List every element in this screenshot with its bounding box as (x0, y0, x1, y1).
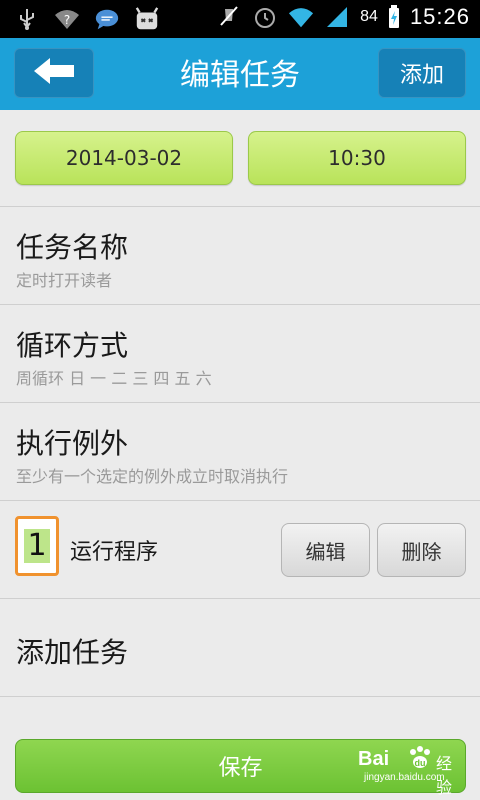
edit-button[interactable]: 编辑 (281, 523, 370, 577)
divider (0, 696, 480, 697)
delete-button[interactable]: 删除 (377, 523, 466, 577)
svg-text:du: du (415, 758, 426, 768)
watermark-url: jingyan.baidu.com (364, 772, 445, 783)
chat-bubble-icon (94, 6, 120, 32)
add-task-title: 添加任务 (16, 636, 129, 669)
svg-text:?: ? (64, 13, 70, 27)
repeat-title: 循环方式 (16, 329, 129, 362)
date-picker-button[interactable]: 2014-03-02 (15, 131, 233, 185)
repeat-value: 周循环 日 一 二 三 四 五 六 (16, 369, 212, 388)
usb-icon (14, 6, 40, 32)
baidu-watermark: Bai du 经验 jingyan.baidu.com (358, 744, 466, 797)
android-robot-icon (134, 6, 160, 32)
wifi-question-icon: ? (54, 6, 80, 32)
arrow-left-icon (32, 56, 76, 90)
divider (0, 598, 480, 599)
time-picker-button[interactable]: 10:30 (248, 131, 466, 185)
title-bar: 编辑任务 添加 (0, 38, 480, 110)
exceptions-title: 执行例外 (16, 427, 129, 460)
alarm-icon (252, 4, 278, 30)
status-bar-left: ? (14, 6, 160, 32)
signal-icon (324, 4, 350, 30)
task-name-value: 定时打开读者 (16, 271, 113, 290)
program-index: 1 (24, 529, 50, 563)
watermark-logo-text: Bai (358, 748, 390, 770)
task-name-title: 任务名称 (16, 231, 129, 264)
exceptions-value: 至少有一个选定的例外成立时取消执行 (16, 467, 289, 486)
divider (0, 206, 480, 207)
battery-percent: 84 (360, 8, 378, 25)
mute-icon (216, 4, 242, 30)
status-bar-right: 84 15:26 (216, 4, 470, 30)
status-bar: ? 84 15:26 (0, 0, 480, 38)
battery-charging-icon (388, 4, 400, 30)
divider (0, 304, 480, 305)
divider (0, 402, 480, 403)
paw-icon: du (406, 744, 434, 775)
program-index-box: 1 (15, 516, 59, 576)
back-button[interactable] (14, 48, 94, 98)
wifi-icon (288, 4, 314, 30)
status-time: 15:26 (409, 4, 470, 29)
add-button[interactable]: 添加 (378, 48, 466, 98)
program-label: 运行程序 (70, 540, 159, 565)
divider (0, 500, 480, 501)
